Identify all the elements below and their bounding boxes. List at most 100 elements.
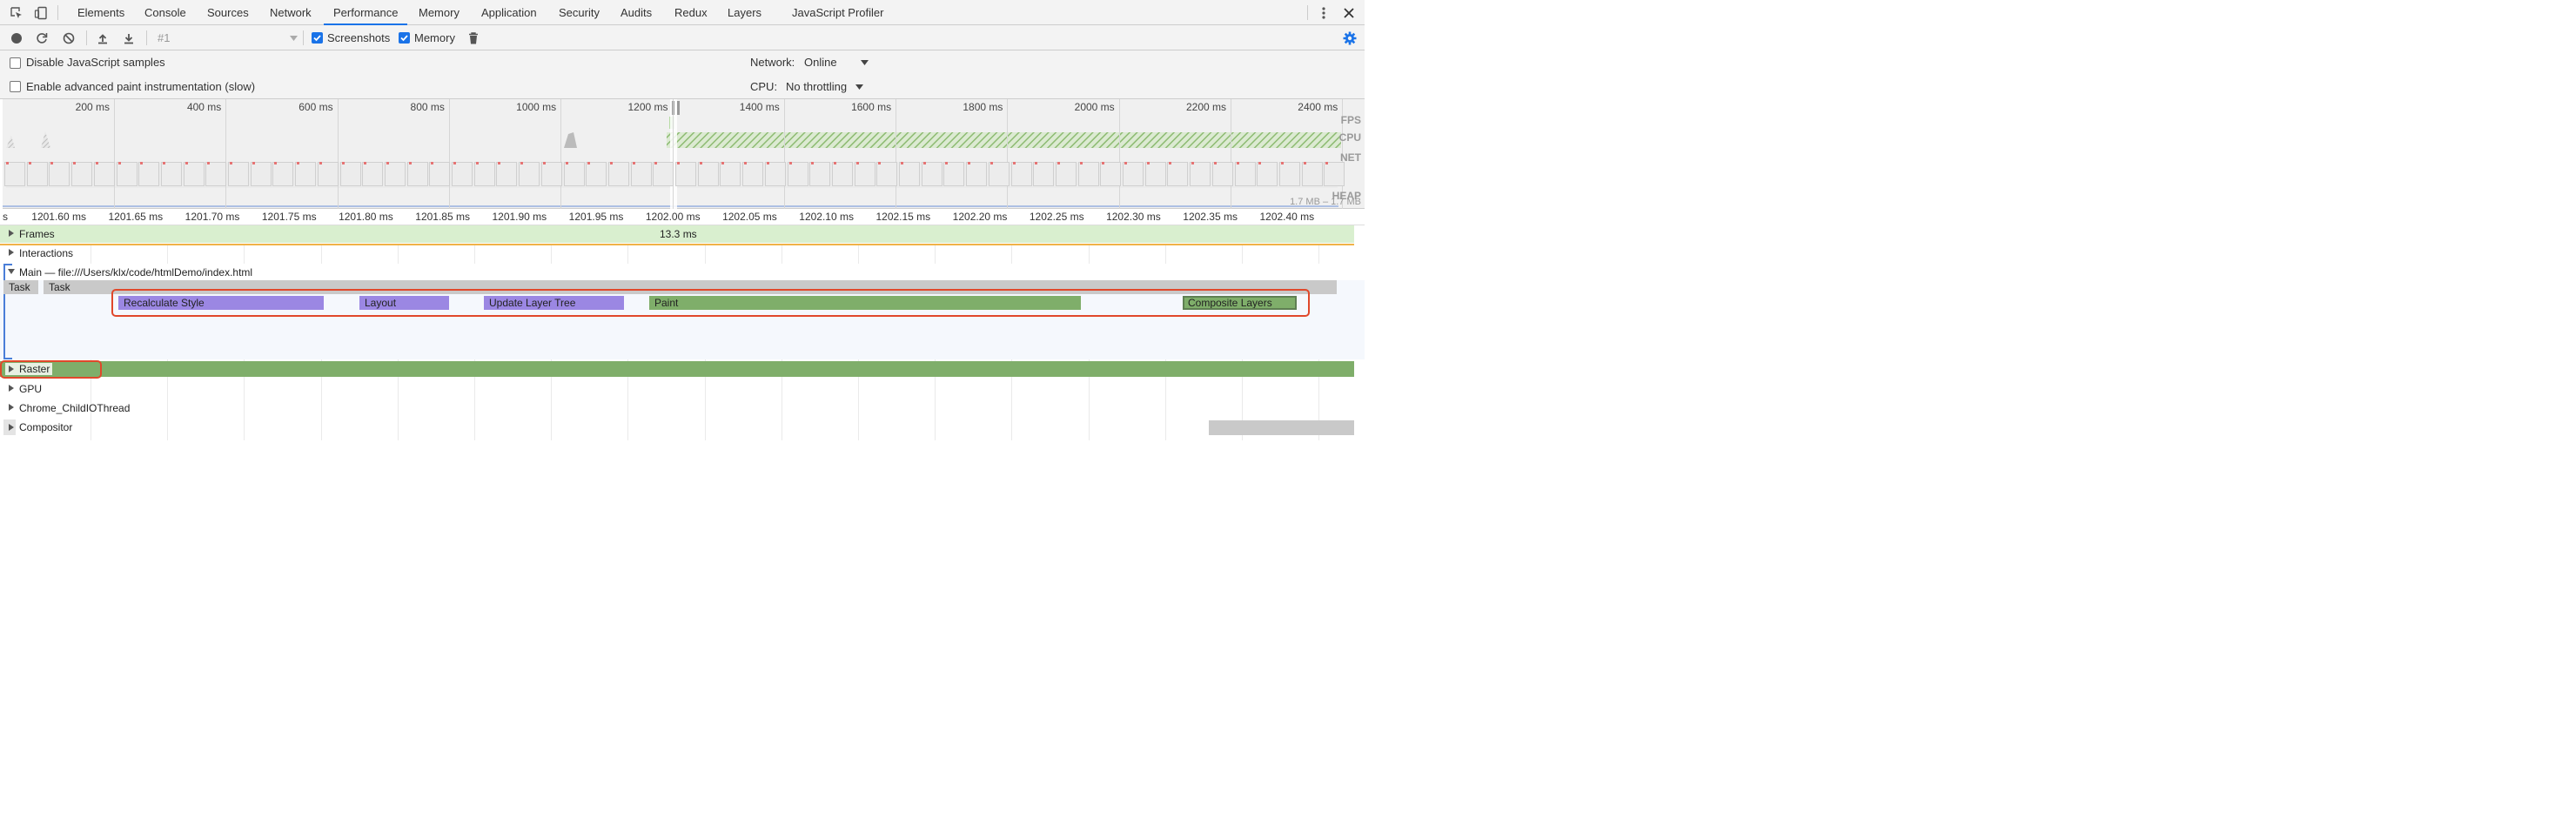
net-request-block (26, 162, 48, 186)
net-request-block (71, 162, 93, 186)
inspect-element-icon[interactable] (9, 5, 24, 21)
reload-profile-icon[interactable] (35, 31, 49, 45)
net-marker (1035, 162, 1038, 164)
disable-js-samples-label: Disable JavaScript samples (26, 56, 165, 69)
overview-graph (3, 99, 1341, 209)
net-marker (297, 162, 300, 164)
expand-arrow-icon[interactable] (9, 404, 14, 411)
net-request-block (1211, 162, 1233, 186)
net-marker (274, 162, 278, 164)
net-request-block (1010, 162, 1032, 186)
collapse-arrow-icon[interactable] (8, 269, 15, 274)
frames-track[interactable]: Frames 13.3 ms (0, 225, 1365, 245)
clear-icon[interactable] (62, 31, 76, 45)
net-marker (184, 162, 188, 164)
overview-tick-label: 400 ms (186, 101, 222, 113)
capture-settings-gear-icon[interactable] (1341, 30, 1358, 47)
tab-network[interactable]: Network (270, 0, 312, 25)
overview-tick-label: 1200 ms (627, 101, 668, 113)
tab-javascript-profiler[interactable]: JavaScript Profiler (792, 0, 883, 25)
memory-checkbox[interactable] (399, 32, 410, 44)
advanced-paint-label: Enable advanced paint instrumentation (s… (26, 80, 256, 93)
task-event[interactable]: Task (3, 280, 38, 294)
tab-security[interactable]: Security (559, 0, 600, 25)
net-request-block (384, 162, 406, 186)
tab-application[interactable]: Application (481, 0, 537, 25)
ruler-tick-label: 1202.40 ms (1259, 211, 1315, 223)
net-marker (453, 162, 456, 164)
tab-layers[interactable]: Layers (728, 0, 761, 25)
timeline-overview[interactable]: 200 ms 400 ms 600 ms 800 ms 1000 ms 1200 ms 14… (3, 99, 1365, 209)
collect-garbage-icon[interactable] (466, 31, 480, 45)
main-track-selected-marker (3, 264, 5, 359)
expand-arrow-icon[interactable] (9, 230, 14, 237)
tab-elements[interactable]: Elements (77, 0, 124, 25)
expand-arrow-icon[interactable] (9, 385, 14, 392)
save-profile-icon[interactable] (122, 31, 136, 45)
chevron-down-icon (860, 59, 869, 66)
overview-gridline (337, 99, 339, 209)
network-throttling-select[interactable]: Online (804, 56, 837, 69)
screenshots-checkbox[interactable] (312, 32, 323, 44)
net-marker (901, 162, 903, 164)
net-request-block (742, 162, 764, 186)
expand-arrow-icon[interactable] (9, 424, 14, 431)
heap-range: 1.7 MB – 1.7 MB (1290, 197, 1361, 207)
net-marker (252, 162, 255, 164)
compositor-track[interactable]: Compositor (0, 418, 1365, 437)
net-request-block (1123, 162, 1144, 186)
net-request-block (429, 162, 451, 186)
chevron-down-icon (289, 34, 298, 43)
record-icon[interactable] (10, 31, 23, 45)
net-marker (989, 162, 993, 164)
tab-sources[interactable]: Sources (207, 0, 249, 25)
interactions-track[interactable]: Interactions (0, 245, 1365, 264)
load-profile-icon[interactable] (96, 31, 110, 45)
disable-js-samples-checkbox[interactable] (10, 57, 21, 69)
raster-bar[interactable] (0, 361, 1354, 377)
net-marker (542, 162, 546, 164)
expand-arrow-icon[interactable] (9, 249, 14, 256)
net-marker (95, 162, 98, 164)
net-request-block (607, 162, 629, 186)
main-thread-track[interactable]: Main — file:///Users/klx/code/htmlDemo/i… (0, 264, 1365, 359)
cpu-throttling-select[interactable]: No throttling (786, 80, 847, 93)
net-request-block (1033, 162, 1055, 186)
net-marker (140, 162, 144, 164)
net-request-block (966, 162, 988, 186)
net-request-block (1055, 162, 1077, 186)
frames-track-label: Frames (19, 228, 55, 240)
gpu-track[interactable]: GPU (0, 379, 1365, 399)
net-marker (1258, 162, 1262, 164)
net-request-block (496, 162, 518, 186)
tab-redux[interactable]: Redux (674, 0, 708, 25)
net-request-block (406, 162, 428, 186)
raster-track[interactable]: Raster (0, 359, 1365, 379)
devtools-tab-bar: Elements Console Sources Network Perform… (0, 0, 1365, 25)
child-io-thread-track[interactable]: Chrome_ChildIOThread (0, 399, 1365, 418)
net-marker (632, 162, 635, 164)
net-request-block (1278, 162, 1300, 186)
net-marker (721, 162, 725, 164)
net-marker (744, 162, 748, 164)
overview-gridline (448, 99, 450, 209)
more-options-icon[interactable] (1316, 5, 1332, 21)
net-request-block (1077, 162, 1099, 186)
net-marker (945, 162, 949, 164)
tab-console[interactable]: Console (144, 0, 186, 25)
net-request-block (899, 162, 920, 186)
compositor-event[interactable] (1209, 420, 1354, 435)
tab-performance[interactable]: Performance (324, 0, 408, 25)
device-toolbar-icon[interactable] (33, 5, 49, 21)
recording-select[interactable]: #1 (158, 31, 170, 44)
ruler-tick-label: 1201.90 ms (492, 211, 547, 223)
net-request-block (93, 162, 115, 186)
capture-settings-pane: Disable JavaScript samples Enable advanc… (0, 50, 1365, 99)
interactions-track-label: Interactions (19, 247, 74, 259)
tab-memory[interactable]: Memory (419, 0, 460, 25)
ruler-tick-label: 1202.10 ms (799, 211, 854, 223)
close-devtools-icon[interactable] (1341, 5, 1357, 21)
advanced-paint-checkbox[interactable] (10, 81, 21, 92)
tab-audits[interactable]: Audits (621, 0, 652, 25)
net-marker (431, 162, 434, 164)
